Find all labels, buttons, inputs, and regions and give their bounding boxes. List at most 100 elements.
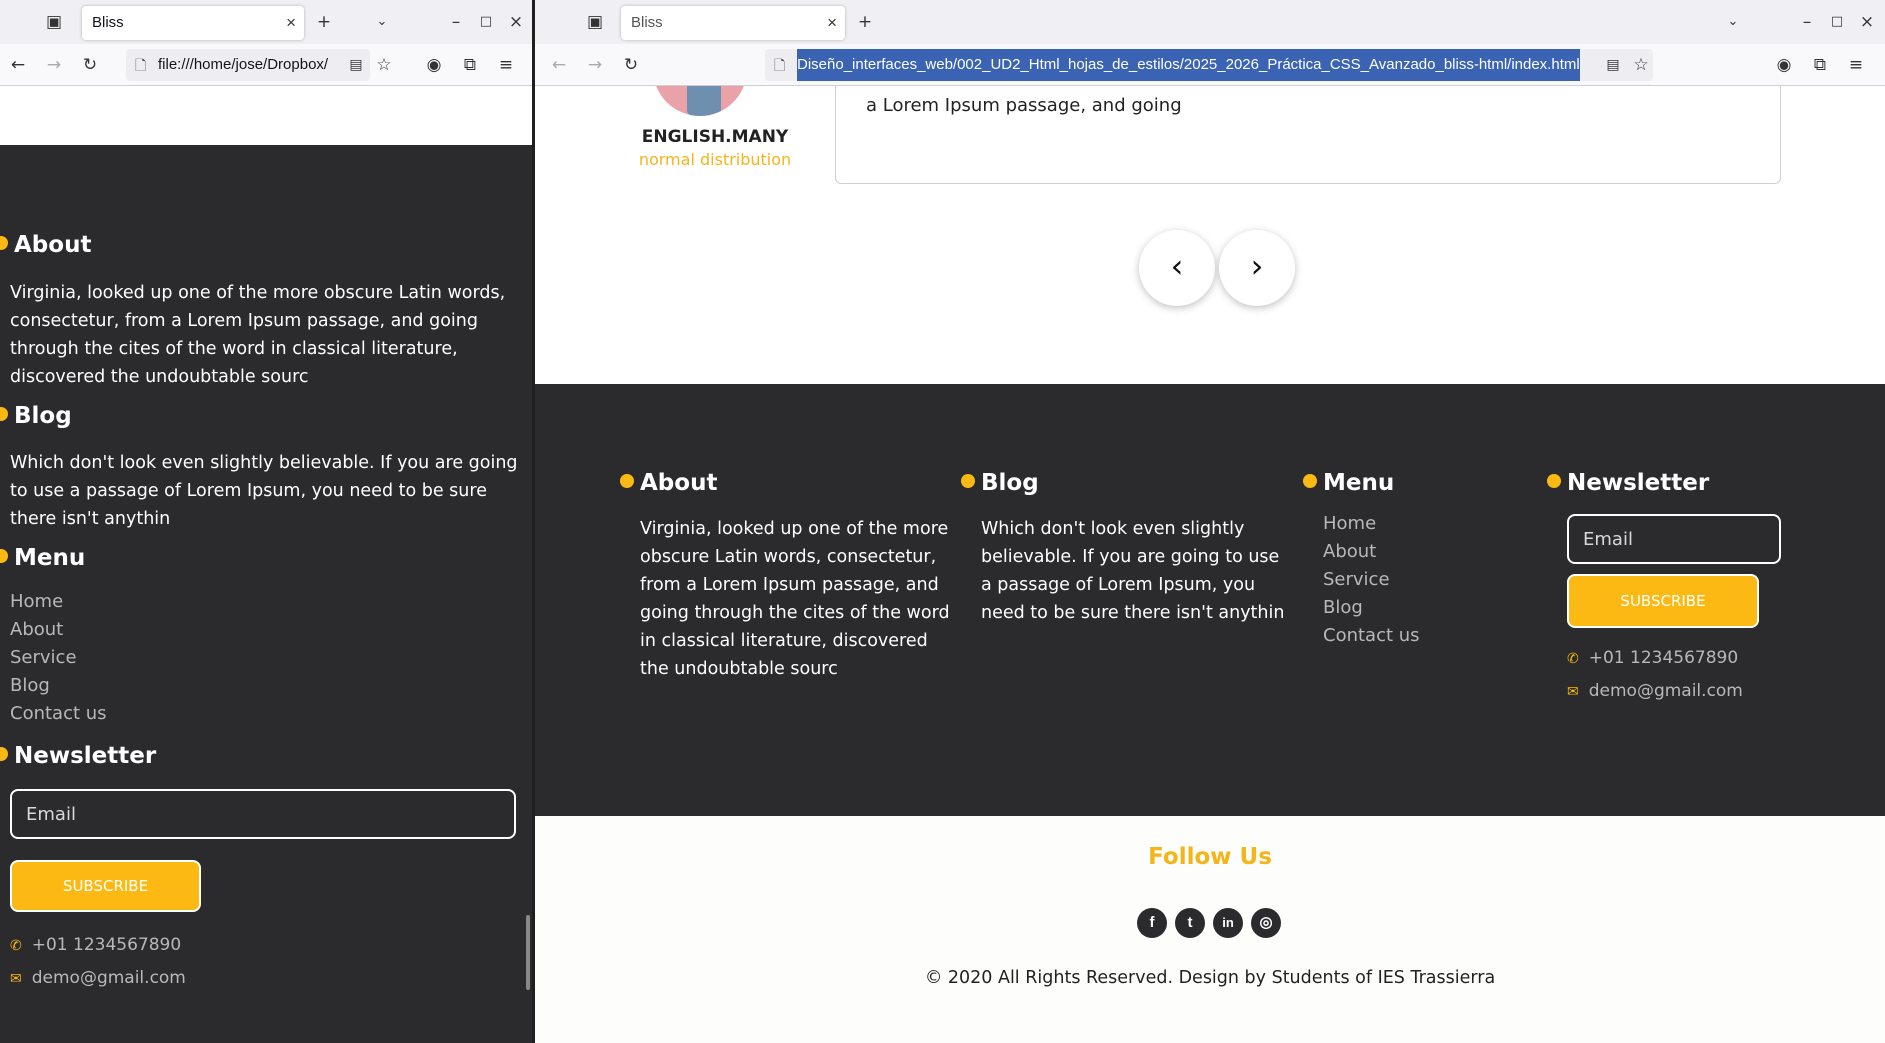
browser-window-right: ▣ Bliss × + ⌄ – □ × ← → ↻ 🗋 Diseño_inter… [535,0,1885,1043]
url-text: file:///home/jose/Dropbox/ [158,56,329,73]
footer-menu-home[interactable]: Home [1323,510,1420,538]
footer-menu-service[interactable]: Service [10,644,107,672]
testimonial-text: a Lorem Ipsum passage, and going [866,95,1182,116]
envelope-icon: ✉ [10,971,22,987]
testimonial-card: a Lorem Ipsum passage, and going [835,86,1781,184]
footer-blog-heading: Blog [961,470,1039,496]
url-bar[interactable]: 🗋 Diseño_interfaces_web/002_UD2_Html_hoj… [765,49,1653,81]
navigation-bar: ← → ↻ 🗋 Diseño_interfaces_web/002_UD2_Ht… [535,44,1885,86]
bullet-dot-icon [0,407,8,421]
footer-menu-contact[interactable]: Contact us [10,700,107,728]
tab-title: Bliss [631,14,663,31]
footer-menu-home[interactable]: Home [10,588,107,616]
footer-section: About Virginia, looked up one of the mor… [0,145,532,1043]
contact-phone: ✆ +01 1234567890 [1567,648,1739,668]
envelope-icon: ✉ [1567,684,1579,700]
tab-title: Bliss [92,14,124,31]
bullet-dot-icon [0,549,8,563]
subscribe-button[interactable]: SUBSCRIBE [1567,574,1759,628]
copyright-text: © 2020 All Rights Reserved. Design by St… [924,968,1496,988]
minimize-icon[interactable]: – [444,12,468,32]
extensions-icon[interactable]: ⧉ [458,55,482,75]
footer-menu-list: Home About Service Blog Contact us [1323,510,1420,650]
avatar-clothing [687,86,721,116]
forward-icon[interactable]: → [583,55,607,75]
account-icon[interactable]: ◉ [422,55,446,75]
reader-view-icon[interactable]: ▤ [344,55,368,75]
footer-about-heading: About [620,470,717,496]
close-icon[interactable]: × [1855,12,1879,32]
list-tabs-icon[interactable]: ⌄ [1721,12,1745,32]
url-bar[interactable]: 🗋 file:///home/jose/Dropbox/ [126,49,370,81]
carousel-prev-button[interactable]: ‹ [1139,230,1215,306]
bookmark-star-icon[interactable]: ☆ [1629,55,1653,75]
footer-menu-heading: Menu [1303,470,1394,496]
navigation-bar: ← → ↻ 🗋 file:///home/jose/Dropbox/ ▤ ☆ ◉… [0,44,532,86]
newsletter-email-input[interactable] [1567,514,1781,564]
browser-window-left: ▣ Bliss × + ⌄ – □ × ← → ↻ 🗋 file:///home… [0,0,532,1043]
tab-close-icon[interactable]: × [827,6,837,40]
twitter-icon[interactable]: t [1175,908,1205,938]
tab-bar: ▣ Bliss × + ⌄ – □ × [0,0,532,44]
tab-bliss[interactable]: Bliss × [82,6,304,40]
new-tab-icon[interactable]: + [312,12,336,32]
close-icon[interactable]: × [504,12,528,32]
back-icon[interactable]: ← [6,55,30,75]
reload-icon[interactable]: ↻ [619,55,643,75]
new-tab-icon[interactable]: + [853,12,877,32]
minimize-icon[interactable]: – [1795,12,1819,32]
instagram-icon[interactable]: ◎ [1251,908,1281,938]
footer-newsletter-heading: Newsletter [0,743,156,769]
bullet-dot-icon [620,474,634,488]
maximize-icon[interactable]: □ [474,12,498,32]
maximize-icon[interactable]: □ [1825,12,1849,32]
menu-icon[interactable]: ≡ [494,55,518,75]
forward-icon[interactable]: → [42,55,66,75]
page-icon: 🗋 [774,57,786,73]
menu-icon[interactable]: ≡ [1844,55,1868,75]
account-icon[interactable]: ◉ [1772,55,1796,75]
reader-view-icon[interactable]: ▤ [1601,55,1625,75]
carousel-next-button[interactable]: › [1219,230,1295,306]
newsletter-email-input[interactable] [10,789,516,839]
linkedin-icon[interactable]: in [1213,908,1243,938]
footer-blog-text: Which don't look even slightly believabl… [981,519,1285,623]
phone-icon: ✆ [10,938,22,954]
footer-menu-blog[interactable]: Blog [1323,594,1420,622]
bookmark-star-icon[interactable]: ☆ [372,55,396,75]
avatar [653,86,747,116]
footer-menu-heading: Menu [0,545,85,571]
footer-menu-service[interactable]: Service [1323,566,1420,594]
testimonial-name: ENGLISH.MANY [641,127,789,147]
extensions-icon[interactable]: ⧉ [1808,55,1832,75]
footer-menu-blog[interactable]: Blog [10,672,107,700]
follow-section: Follow Us f t in ◎ © 2020 All Rights Res… [535,816,1885,1043]
tab-overview-icon[interactable]: ▣ [42,12,66,32]
footer-about-text: Virginia, looked up one of the more obsc… [640,519,950,679]
footer-about-heading: About [0,232,91,258]
tab-close-icon[interactable]: × [286,6,296,40]
follow-title: Follow Us [1148,844,1272,870]
footer-blog-text: Which don't look even slightly believabl… [10,453,518,529]
page-icon: 🗋 [135,57,147,73]
footer-menu-contact[interactable]: Contact us [1323,622,1420,650]
tab-bliss[interactable]: Bliss × [621,6,845,40]
page-viewport-right: ENGLISH.MANY normal distribution a Lorem… [535,86,1885,1043]
list-tabs-icon[interactable]: ⌄ [370,12,394,32]
back-icon[interactable]: ← [547,55,571,75]
page-viewport-left: About Virginia, looked up one of the mor… [0,86,532,1043]
facebook-icon[interactable]: f [1137,908,1167,938]
reload-icon[interactable]: ↻ [78,55,102,75]
footer-menu-about[interactable]: About [10,616,107,644]
subscribe-button[interactable]: SUBSCRIBE [10,860,201,912]
footer-menu-about[interactable]: About [1323,538,1420,566]
scrollbar[interactable] [526,915,530,990]
bullet-dot-icon [0,747,8,761]
footer-about-text: Virginia, looked up one of the more obsc… [10,283,506,387]
phone-icon: ✆ [1567,651,1579,667]
contact-phone: ✆ +01 1234567890 [10,935,182,955]
url-text: Diseño_interfaces_web/002_UD2_Html_hojas… [797,49,1580,81]
tab-overview-icon[interactable]: ▣ [583,12,607,32]
bullet-dot-icon [1303,474,1317,488]
bullet-dot-icon [1547,474,1561,488]
